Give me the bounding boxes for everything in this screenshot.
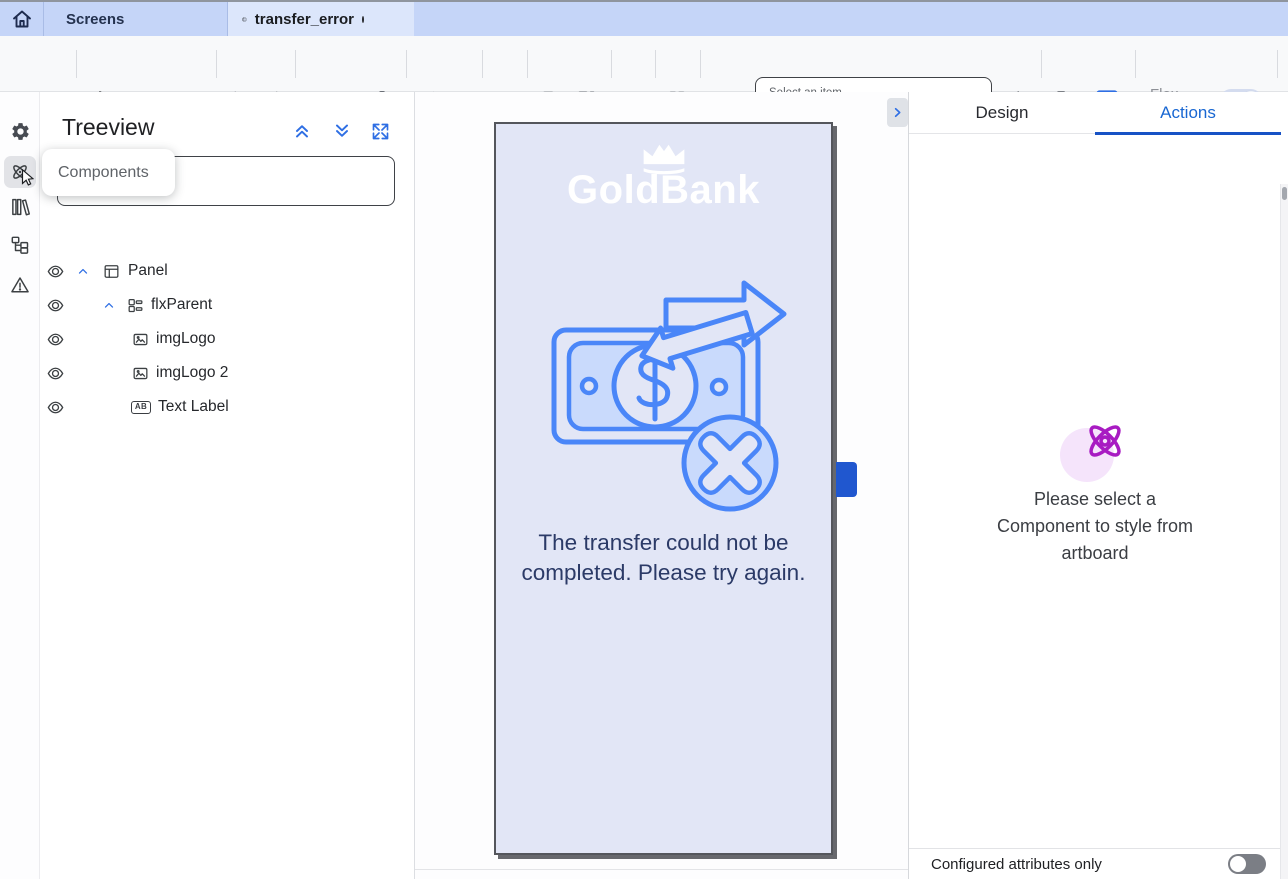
visibility-toggle[interactable] [44,294,66,316]
configured-attributes-toggle-knob [1230,856,1246,872]
components-tooltip: Components [42,149,175,196]
collapse-chevron-icon[interactable] [76,264,90,278]
treeview-panel: Treeview Panel flxParent [40,92,415,879]
component-atom-icon [1080,416,1130,466]
toolbar-divider [1041,50,1042,78]
visibility-toggle[interactable] [44,362,66,384]
eye-icon [45,363,66,384]
configured-attributes-toggle[interactable] [1228,854,1266,874]
screen-tab-icon [242,11,247,28]
toolbar-divider [611,50,612,78]
treeview-title: Treeview [62,114,154,141]
error-message-label[interactable]: The transfer could not be completed. Ple… [521,528,806,588]
toolbar-divider [1135,50,1136,78]
panel-expander-button[interactable] [887,98,908,127]
main-toolbar: Quick run [0,36,1288,92]
visibility-toggle[interactable] [44,260,66,282]
eye-icon [45,261,66,282]
left-icon-rail [0,92,40,879]
tab-bar-filler [414,2,1288,36]
empty-state-text-line: artboard [909,540,1281,567]
canvas[interactable]: GoldBank The transfer could not be compl… [415,92,908,879]
expand-all-button[interactable] [330,119,354,143]
rail-project-tree-button[interactable] [4,229,36,261]
maximize-icon [370,121,391,142]
inspector-empty-state: Please select a Component to style from … [909,402,1281,567]
collapse-all-icon [291,120,313,142]
tree-item-label: Text Label [158,398,229,416]
collapse-all-button[interactable] [290,119,314,143]
toolbar-divider [76,50,77,78]
configured-attributes-label: Configured attributes only [931,856,1102,873]
tab-transfer-error-label: transfer_error [255,11,354,28]
expand-all-icon [331,120,353,142]
eye-icon [45,329,66,350]
rail-settings-button[interactable] [4,115,36,147]
toolbar-divider [295,50,296,78]
tree-item-label: Panel [128,262,168,280]
tab-transfer-error[interactable]: transfer_error [228,2,414,36]
tree-item-label: flxParent [151,296,212,314]
goldbank-logo-text[interactable]: GoldBank [496,168,831,213]
widget-tree: Panel flxParent imgLogo imgLogo 2 AB [40,254,414,424]
collapse-chevron-icon[interactable] [102,298,116,312]
tree-item-panel[interactable]: Panel [40,254,414,288]
label-widget-icon: AB [131,401,151,414]
rail-components-button[interactable] [4,156,36,188]
rail-warnings-button[interactable] [4,269,36,301]
toolbar-divider [700,50,701,78]
toolbar-divider [482,50,483,78]
empty-state-illustration [1056,402,1134,480]
visibility-toggle[interactable] [44,396,66,418]
home-icon [10,7,34,31]
app-window: Screens transfer_error Quick run [0,0,1288,879]
toolbar-divider [406,50,407,78]
flex-widget-icon [126,296,145,315]
tree-item-label: imgLogo [156,330,215,348]
toolbar-divider [527,50,528,78]
image-widget-icon [131,330,150,349]
tree-item-text-label[interactable]: AB Text Label [40,390,414,424]
tab-actions[interactable]: Actions [1095,92,1281,133]
settings-gear-icon [10,121,31,142]
empty-state-text-line: Please select a [909,486,1281,513]
phone-artboard[interactable]: GoldBank The transfer could not be compl… [494,122,833,855]
warnings-icon [9,274,31,296]
inspector-panel: Design Actions Please select a Component… [908,92,1288,879]
tab-screens-label: Screens [66,11,124,28]
image-widget-icon [131,364,150,383]
active-tab-underline [1095,132,1281,135]
mouse-cursor-icon [21,169,34,186]
inspector-footer: Configured attributes only [909,848,1280,879]
maximize-treeview-button[interactable] [368,119,392,143]
tree-item-imglogo[interactable]: imgLogo [40,322,414,356]
inspector-tabs: Design Actions [909,92,1281,134]
panel-widget-icon [102,262,121,281]
window-tab-bar: Screens transfer_error [0,0,1288,36]
tab-screens[interactable]: Screens [44,2,228,36]
home-button[interactable] [0,2,44,36]
tree-item-imglogo-2[interactable]: imgLogo 2 [40,356,414,390]
scrollbar-thumb[interactable] [1282,187,1287,200]
artboard-handle[interactable] [836,462,857,497]
toolbar-divider [1277,50,1278,78]
eye-icon [45,295,66,316]
transfer-error-illustration[interactable] [548,280,788,520]
empty-state-text-line: Component to style from [909,513,1281,540]
tree-item-label: imgLogo 2 [156,364,228,382]
canvas-bottom-divider [415,869,908,870]
tab-design[interactable]: Design [909,92,1095,133]
toolbar-divider [655,50,656,78]
project-tree-icon [9,234,31,256]
eye-icon [45,397,66,418]
chevron-right-icon [890,105,905,120]
toolbar-divider [216,50,217,78]
tree-item-flxparent[interactable]: flxParent [40,288,414,322]
inspector-scrollbar[interactable] [1280,184,1288,879]
rail-library-button[interactable] [4,191,36,223]
unsaved-changes-dot [362,16,364,23]
library-icon [9,196,31,218]
visibility-toggle[interactable] [44,328,66,350]
